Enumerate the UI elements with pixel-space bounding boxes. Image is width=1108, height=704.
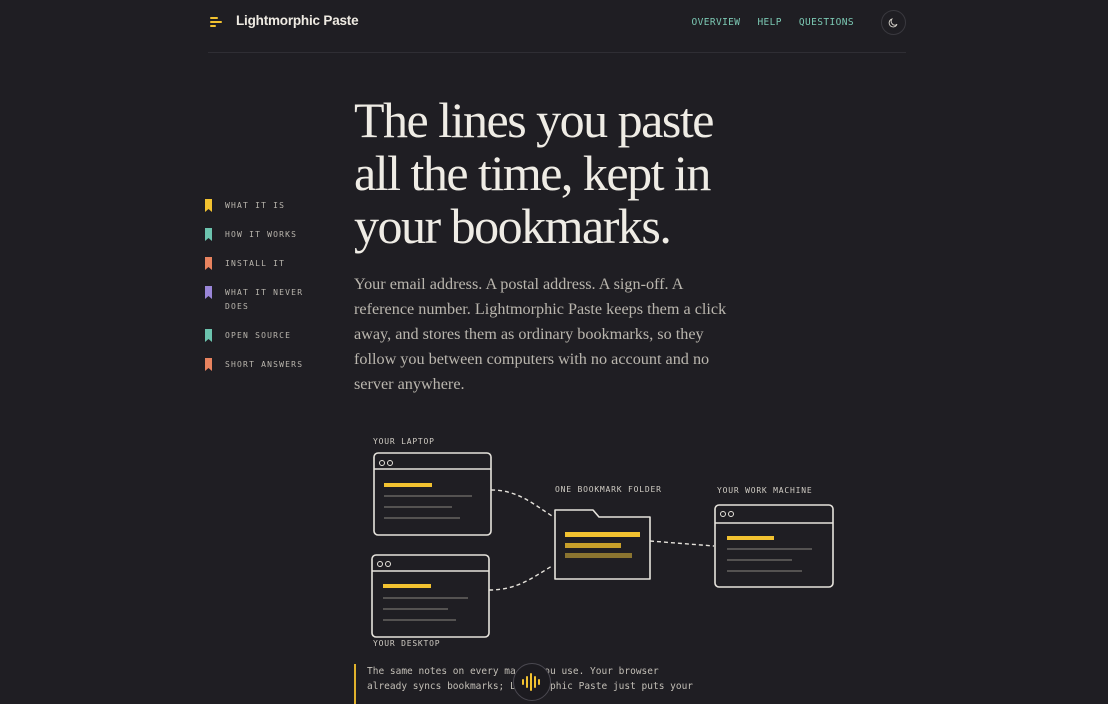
bookmark-icon	[205, 329, 212, 342]
nav-help[interactable]: HELP	[757, 17, 781, 28]
toc-item-what-it-is[interactable]: WHAT IT IS	[205, 199, 315, 213]
bookmark-icon	[205, 199, 212, 212]
work-machine-label: YOUR WORK MACHINE	[717, 486, 812, 495]
bookmark-icon	[205, 257, 212, 270]
bookmark-icon	[205, 286, 212, 299]
laptop-label: YOUR LAPTOP	[373, 437, 435, 446]
nav-overview[interactable]: OVERVIEW	[691, 17, 740, 28]
brand-name[interactable]: Lightmorphic Paste	[236, 13, 359, 28]
title-line: your bookmarks.	[354, 198, 672, 254]
folder-label: ONE BOOKMARK FOLDER	[555, 485, 662, 494]
site-header: Lightmorphic Paste OVERVIEW HELP QUESTIO…	[208, 0, 906, 53]
toc-label: SHORT ANSWERS	[225, 360, 304, 369]
toc-label: INSTALL IT	[225, 259, 286, 268]
toc-label: WHAT IT IS	[225, 201, 286, 210]
table-of-contents: WHAT IT IS HOW IT WORKS INSTALL IT WHAT …	[205, 199, 315, 387]
audio-player-button[interactable]	[513, 663, 551, 701]
title-line: all the time, kept in	[354, 145, 711, 201]
toc-item-install-it[interactable]: INSTALL IT	[205, 257, 315, 271]
toc-item-open-source[interactable]: OPEN SOURCE	[205, 329, 315, 343]
work-machine-window	[714, 504, 834, 588]
toc-item-how-it-works[interactable]: HOW IT WORKS	[205, 228, 315, 242]
theme-toggle-button[interactable]	[881, 10, 906, 35]
intro-paragraph: Your email address. A postal address. A …	[354, 275, 727, 393]
toc-item-short-answers[interactable]: SHORT ANSWERS	[205, 358, 315, 372]
nav-questions[interactable]: QUESTIONS	[799, 17, 854, 28]
desktop-label: YOUR DESKTOP	[373, 639, 440, 648]
bookmark-icon	[205, 228, 212, 241]
audio-waveform-icon	[522, 673, 540, 691]
toc-label: OPEN SOURCE	[225, 331, 292, 340]
top-nav: OVERVIEW HELP QUESTIONS	[691, 17, 854, 28]
logo-icon	[210, 17, 224, 29]
laptop-window	[373, 452, 492, 536]
title-line: The lines you paste	[354, 92, 714, 148]
bookmark-icon	[205, 358, 212, 371]
toc-item-what-it-never-does[interactable]: WHAT IT NEVER DOES	[205, 286, 315, 314]
sync-diagram: YOUR LAPTOP YOUR DESKTOP ONE BOOKMARK FO…	[371, 437, 834, 648]
folder-icon	[554, 509, 651, 580]
moon-icon	[888, 18, 898, 28]
toc-label: HOW IT WORKS	[225, 230, 298, 239]
desktop-window	[371, 554, 490, 638]
toc-label: WHAT IT NEVER DOES	[225, 288, 304, 311]
page-title: The lines you paste all the time, kept i…	[354, 94, 774, 253]
